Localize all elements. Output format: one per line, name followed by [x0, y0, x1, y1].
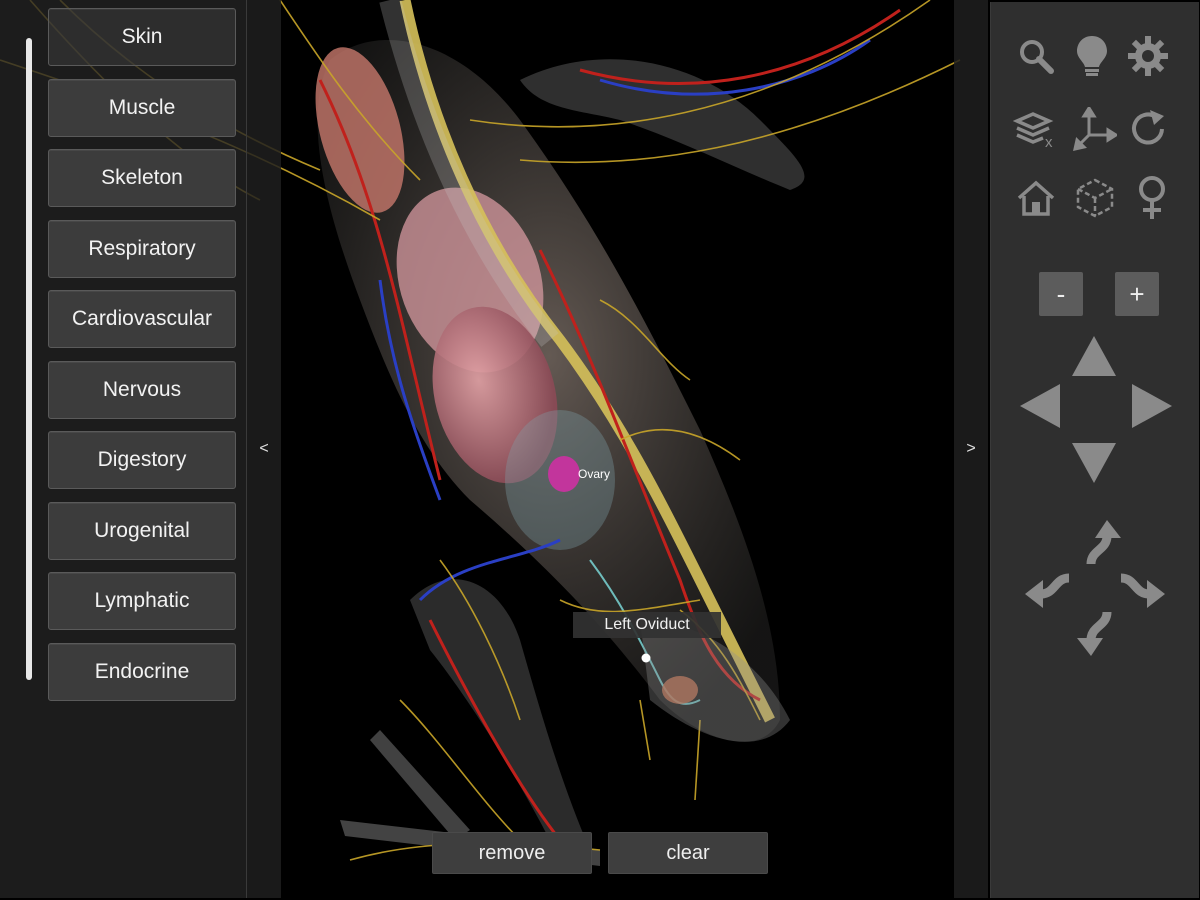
rotate-icon[interactable] — [1124, 105, 1172, 153]
lightbulb-icon[interactable] — [1068, 32, 1116, 80]
remove-button[interactable]: remove — [432, 832, 592, 874]
clear-button[interactable]: clear — [608, 832, 768, 874]
home-icon[interactable] — [1012, 174, 1060, 222]
gear-icon[interactable] — [1124, 32, 1172, 80]
pan-down-icon[interactable] — [1070, 439, 1118, 487]
rotate-up-icon[interactable] — [1075, 520, 1123, 568]
ovary-label: Ovary — [578, 467, 611, 481]
rotate-left-icon[interactable] — [1025, 564, 1073, 612]
system-button-skin[interactable]: Skin — [48, 8, 236, 66]
collapse-left-panel-button[interactable]: < — [247, 0, 281, 898]
pan-left-icon[interactable] — [1016, 382, 1064, 430]
system-button-cardiovascular[interactable]: Cardiovascular — [48, 290, 236, 348]
pan-up-icon[interactable] — [1070, 332, 1118, 380]
systems-scrollbar[interactable] — [26, 38, 32, 680]
system-button-endocrine[interactable]: Endocrine — [48, 642, 236, 701]
system-button-skeleton[interactable]: Skeleton — [48, 149, 236, 207]
search-icon[interactable] — [1012, 32, 1060, 80]
systems-panel: Skin Muscle Skeleton Respiratory Cardiov… — [0, 0, 247, 898]
rotate-right-icon[interactable] — [1117, 564, 1165, 612]
tools-panel: x - + — [990, 2, 1199, 898]
zoom-out-button[interactable]: - — [1039, 272, 1083, 316]
axes-icon[interactable] — [1071, 105, 1119, 153]
female-icon[interactable] — [1128, 174, 1176, 222]
zoom-in-button[interactable]: + — [1115, 272, 1159, 316]
cube-icon[interactable] — [1071, 174, 1119, 222]
expand-right-panel-button[interactable]: > — [954, 0, 988, 898]
system-button-muscle[interactable]: Muscle — [48, 78, 236, 137]
system-button-respiratory[interactable]: Respiratory — [48, 219, 236, 278]
pan-right-icon[interactable] — [1128, 382, 1176, 430]
selected-structure-label: Left Oviduct — [573, 612, 721, 638]
anatomy-app: Ovary Left Oviduct Skin Muscle Skeleton … — [0, 0, 1200, 900]
system-button-lymphatic[interactable]: Lymphatic — [48, 572, 236, 630]
system-button-nervous[interactable]: Nervous — [48, 360, 236, 419]
svg-text:x: x — [1045, 134, 1053, 149]
system-button-digestory[interactable]: Digestory — [48, 431, 236, 489]
layers-clear-icon[interactable]: x — [1012, 105, 1060, 153]
rotate-down-icon[interactable] — [1075, 608, 1123, 656]
system-button-urogenital[interactable]: Urogenital — [48, 501, 236, 560]
systems-list: Skin Muscle Skeleton Respiratory Cardiov… — [48, 8, 236, 713]
